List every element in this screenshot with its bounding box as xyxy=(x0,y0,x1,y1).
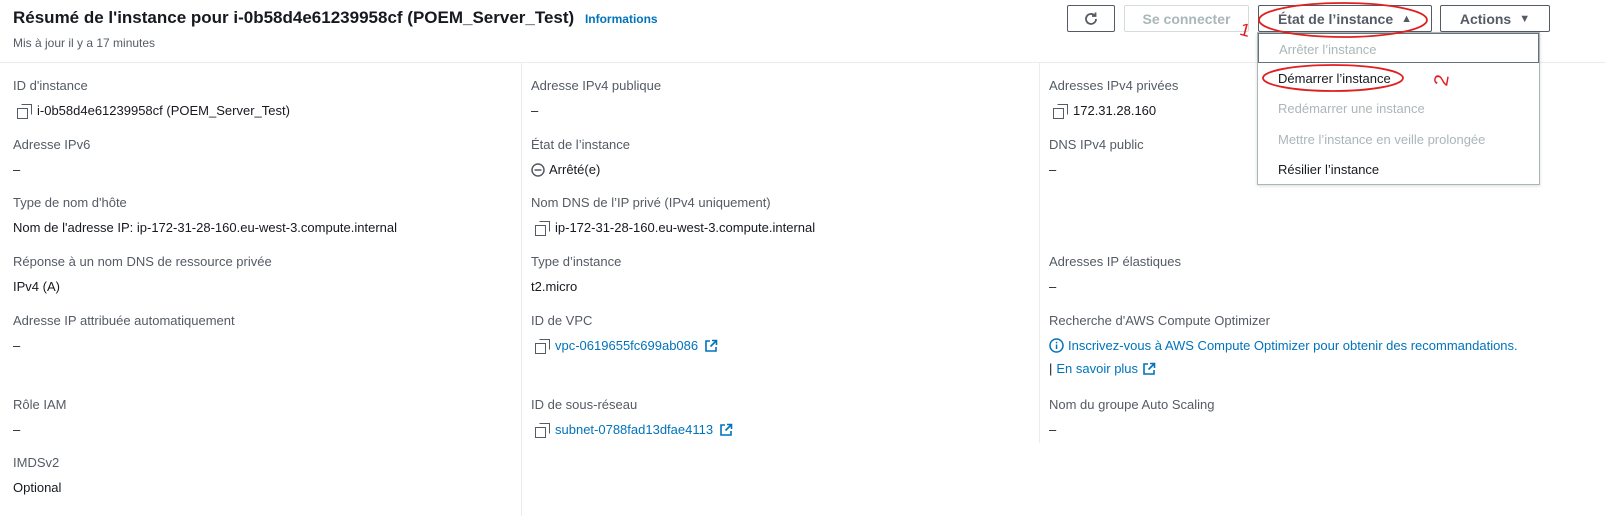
info-icon xyxy=(1049,338,1064,353)
field-auto-ip: Adresse IP attribuée automatiquement – xyxy=(13,313,235,353)
actions-button-label: Actions xyxy=(1459,10,1512,27)
page-title: Résumé de l'instance pour i-0b58d4e61239… xyxy=(13,8,658,28)
column-divider xyxy=(1039,63,1040,443)
page-title-text: Résumé de l'instance pour i-0b58d4e61239… xyxy=(13,8,575,27)
refresh-button[interactable] xyxy=(1067,5,1115,32)
copy-icon[interactable] xyxy=(17,103,32,119)
field-value: – xyxy=(1049,162,1057,177)
field-value: – xyxy=(13,338,21,353)
field-label: État de l’instance xyxy=(531,137,631,152)
field-value: – xyxy=(531,103,539,118)
connect-button-label: Se connecter xyxy=(1142,10,1231,27)
field-instance-state: État de l’instance Arrêté(e) xyxy=(531,137,630,177)
menu-item-start-instance[interactable]: Démarrer l’instance xyxy=(1278,71,1391,86)
field-value: Optional xyxy=(13,480,62,495)
field-asg-name: Nom du groupe Auto Scaling – xyxy=(1049,397,1215,437)
field-iam-role: Rôle IAM – xyxy=(13,397,66,437)
field-hostname-type: Type de nom d'hôte Nom de l'adresse IP: … xyxy=(13,195,397,235)
last-updated-text: Mis à jour il y a 17 minutes xyxy=(13,36,156,50)
caret-down-icon: ▼ xyxy=(1519,12,1531,25)
menu-item-stop-instance[interactable]: Arrêter l’instance xyxy=(1258,33,1539,63)
external-link-icon xyxy=(1143,362,1156,375)
field-public-dns: DNS IPv4 public – xyxy=(1049,137,1144,177)
field-label: Recherche d'AWS Compute Optimizer xyxy=(1049,313,1270,328)
field-vpc-id: ID de VPC vpc-0619655fc699ab086 xyxy=(531,313,718,354)
instance-state-button-label: État de l’instance xyxy=(1277,10,1394,27)
field-label: Adresses IPv4 privées xyxy=(1049,78,1179,93)
field-value: – xyxy=(1049,279,1057,294)
field-label: Type de nom d'hôte xyxy=(13,195,127,210)
external-link-icon xyxy=(705,339,718,352)
menu-item-terminate-instance[interactable]: Résilier l’instance xyxy=(1278,162,1379,177)
field-label: Adresse IP attribuée automatiquement xyxy=(13,313,235,328)
copy-icon[interactable] xyxy=(1053,103,1068,119)
field-subnet-id: ID de sous-réseau subnet-0788fad13dfae41… xyxy=(531,397,733,438)
field-private-ipv4: Adresses IPv4 privées 172.31.28.160 xyxy=(1049,78,1179,119)
private-dns-value: ip-172-31-28-160.eu-west-3.compute.inter… xyxy=(555,220,816,235)
field-instance-type: Type d’instance t2.micro xyxy=(531,254,621,294)
info-link[interactable]: Informations xyxy=(585,12,658,26)
copy-icon[interactable] xyxy=(535,220,550,236)
field-label: IMDSv2 xyxy=(13,455,60,470)
field-label: Réponse à un nom DNS de ressource privée xyxy=(13,254,272,269)
column-divider xyxy=(521,63,522,516)
field-value: Nom de l'adresse IP: ip-172-31-28-160.eu… xyxy=(13,220,398,235)
field-compute-optimizer: Recherche d'AWS Compute Optimizer Inscri… xyxy=(1049,313,1518,376)
field-private-dns: Nom DNS de l’IP privé (IPv4 uniquement) … xyxy=(531,195,816,236)
field-label: Type d’instance xyxy=(531,254,622,269)
subnet-id-link[interactable]: subnet-0788fad13dfae4113 xyxy=(555,422,713,437)
field-label: Adresses IP élastiques xyxy=(1049,254,1181,269)
field-value: IPv4 (A) xyxy=(13,279,60,294)
field-label: Adresse IPv4 publique xyxy=(531,78,662,93)
private-ipv4-value: 172.31.28.160 xyxy=(1073,103,1157,118)
external-link-icon xyxy=(720,423,733,436)
menu-item-hibernate-instance[interactable]: Mettre l’instance en veille prolongée xyxy=(1278,132,1485,147)
instance-id-value: i-0b58d4e61239958cf (POEM_Server_Test) xyxy=(37,103,290,118)
field-label: Nom DNS de l’IP privé (IPv4 uniquement) xyxy=(531,195,771,210)
copy-icon[interactable] xyxy=(535,422,550,438)
field-label: Rôle IAM xyxy=(13,397,67,412)
field-label: DNS IPv4 public xyxy=(1049,137,1144,152)
field-label: ID d'instance xyxy=(13,78,88,93)
vpc-id-link[interactable]: vpc-0619655fc699ab086 xyxy=(555,338,698,353)
field-elastic-ips: Adresses IP élastiques – xyxy=(1049,254,1181,294)
learn-more-link[interactable]: En savoir plus xyxy=(1056,361,1138,376)
field-value: t2.micro xyxy=(531,279,578,294)
caret-up-icon: ▲ xyxy=(1401,12,1413,25)
instance-state-menu: Arrêter l’instance Démarrer l’instance R… xyxy=(1257,32,1540,185)
instance-state-value: Arrêté(e) xyxy=(549,162,601,177)
field-label: ID de sous-réseau xyxy=(531,397,638,412)
field-label: ID de VPC xyxy=(531,313,593,328)
field-value: – xyxy=(13,162,21,177)
field-instance-id: ID d'instance i-0b58d4e61239958cf (POEM_… xyxy=(13,78,290,119)
connect-button[interactable]: Se connecter xyxy=(1124,5,1249,32)
actions-button[interactable]: Actions ▼ xyxy=(1440,5,1550,32)
separator: | xyxy=(1049,361,1053,376)
menu-item-reboot-instance[interactable]: Redémarrer une instance xyxy=(1278,101,1425,116)
compute-optimizer-signup-link[interactable]: Inscrivez-vous à AWS Compute Optimizer p… xyxy=(1068,338,1518,353)
field-label: Adresse IPv6 xyxy=(13,137,91,152)
field-value: – xyxy=(1049,422,1057,437)
field-ipv6: Adresse IPv6 – xyxy=(13,137,90,177)
copy-icon[interactable] xyxy=(535,338,550,354)
refresh-icon xyxy=(1085,12,1097,25)
field-value: – xyxy=(13,422,21,437)
field-public-ipv4: Adresse IPv4 publique – xyxy=(531,78,661,118)
field-imdsv2: IMDSv2 Optional xyxy=(13,455,61,495)
stopped-icon xyxy=(531,162,545,177)
field-label: Nom du groupe Auto Scaling xyxy=(1049,397,1215,412)
instance-state-button[interactable]: État de l’instance ▲ xyxy=(1258,5,1432,32)
field-dns-response: Réponse à un nom DNS de ressource privée… xyxy=(13,254,272,294)
